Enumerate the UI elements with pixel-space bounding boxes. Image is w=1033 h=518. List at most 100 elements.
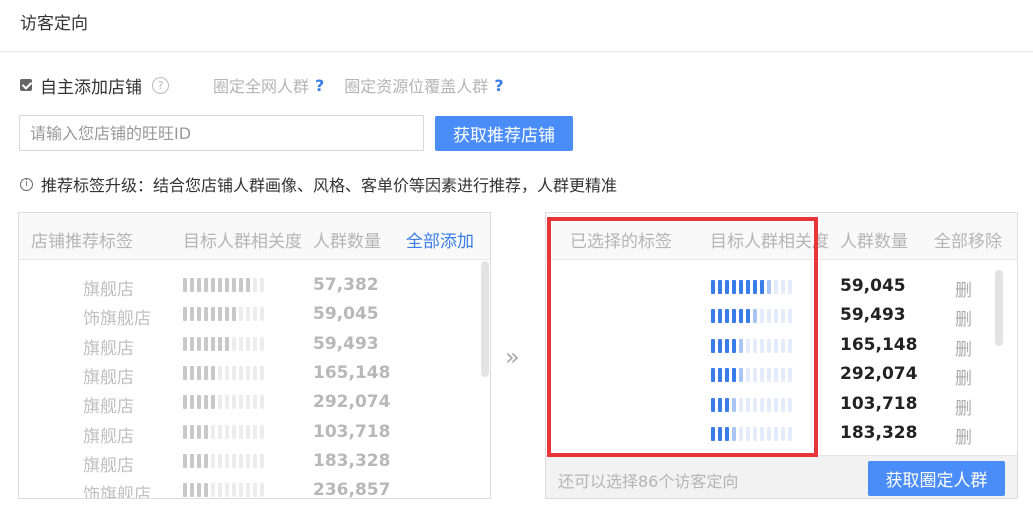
table-row[interactable]: 旗舰店 183,328: [19, 449, 479, 476]
link-all-network[interactable]: 圈定全网人群: [213, 73, 309, 97]
delete-button[interactable]: 删: [955, 276, 972, 301]
crowd-count: 292,074: [313, 392, 391, 413]
relevance-bar-segment: [253, 365, 257, 380]
crowd-count: 165,148: [313, 362, 391, 383]
link-resource[interactable]: 圈定资源位覆盖人群: [344, 73, 488, 97]
relevance-bar-segment: [204, 365, 208, 380]
relevance-bars: [183, 336, 264, 351]
relevance-bar-segment: [183, 278, 187, 292]
relevance-bar-segment: [211, 278, 215, 292]
relevance-bar-segment: [246, 395, 250, 410]
relevance-bar-segment: [246, 336, 250, 351]
relevance-bar-segment: [197, 278, 201, 292]
panel-header: 店铺推荐标签 目标人群相关度 人群数量 全部添加: [19, 213, 490, 260]
col-count: 人群数量: [313, 232, 381, 252]
relevance-bar-segment: [239, 483, 243, 498]
crowd-count: 183,328: [840, 423, 918, 443]
get-recommend-button[interactable]: 获取推荐店铺: [435, 116, 573, 151]
remove-all-button[interactable]: 全部移除: [934, 227, 1002, 252]
relevance-bar-segment: [183, 336, 187, 351]
transfer-arrow-icon[interactable]: »: [505, 343, 520, 371]
relevance-bars: [183, 278, 264, 292]
add-all-button[interactable]: 全部添加: [406, 227, 474, 252]
relevance-bar-segment: [246, 424, 250, 439]
self-add-label[interactable]: 自主添加店铺: [40, 73, 142, 98]
highlight-box: [547, 217, 818, 457]
table-row[interactable]: 饰旗舰店 236,857: [19, 478, 479, 499]
relevance-bar-segment: [253, 453, 257, 468]
relevance-bar-segment: [183, 483, 187, 498]
relevance-bar-segment: [183, 453, 187, 468]
remaining-text: 还可以选择86个访客定向: [558, 472, 739, 491]
shop-id-input[interactable]: [19, 115, 424, 151]
delete-button[interactable]: 删: [955, 394, 972, 419]
table-row[interactable]: 旗舰店 292,074: [19, 390, 479, 417]
crowd-count: 165,148: [840, 334, 918, 355]
shop-name: 饰旗舰店: [83, 485, 151, 499]
relevance-bar-segment: [197, 365, 201, 380]
relevance-bar-segment: [197, 453, 201, 468]
delete-button[interactable]: 删: [955, 364, 972, 389]
relevance-bar-segment: [253, 424, 257, 439]
delete-button[interactable]: 删: [955, 335, 972, 360]
scrollbar[interactable]: [995, 270, 1003, 346]
table-row[interactable]: 旗舰店 165,148: [19, 361, 479, 388]
shop-name: 旗舰店: [83, 426, 134, 447]
relevance-bar-segment: [218, 483, 222, 498]
options-row: 自主添加店铺 ? 圈定全网人群 ? 圈定资源位覆盖人群 ?: [20, 72, 504, 98]
relevance-bar-segment: [197, 483, 201, 498]
col-relevance: 目标人群相关度: [183, 232, 302, 252]
relevance-bar-segment: [260, 278, 264, 292]
relevance-bars: [183, 365, 264, 380]
table-row[interactable]: 旗舰店 57,382: [19, 273, 479, 300]
panel-footer: 还可以选择86个访客定向 获取圈定人群: [546, 455, 1017, 498]
relevance-bar-segment: [204, 424, 208, 439]
relevance-bar-segment: [204, 483, 208, 498]
table-row[interactable]: 旗舰店 59,493: [19, 332, 479, 359]
relevance-bar-segment: [239, 424, 243, 439]
relevance-bar-segment: [204, 336, 208, 351]
relevance-bar-segment: [246, 307, 250, 322]
relevance-bar-segment: [190, 278, 194, 292]
page-header: 访客定向: [0, 0, 1033, 52]
question-icon[interactable]: ?: [494, 76, 503, 95]
shop-name: 旗舰店: [83, 338, 134, 359]
question-icon[interactable]: ?: [315, 76, 324, 95]
relevance-bar-segment: [232, 424, 236, 439]
relevance-bar-segment: [246, 453, 250, 468]
self-add-checkbox[interactable]: [20, 79, 32, 91]
relevance-bars: [183, 395, 264, 410]
delete-button[interactable]: 删: [955, 423, 972, 448]
get-crowd-button[interactable]: 获取圈定人群: [868, 461, 1005, 496]
relevance-bar-segment: [204, 307, 208, 322]
scrollbar[interactable]: [481, 261, 489, 377]
shop-name: 旗舰店: [83, 367, 134, 388]
relevance-bar-segment: [211, 336, 215, 351]
relevance-bar-segment: [218, 307, 222, 322]
shop-name: 旗舰店: [83, 455, 134, 476]
delete-button[interactable]: 删: [955, 305, 972, 330]
crowd-count: 59,045: [840, 276, 906, 296]
relevance-bar-segment: [253, 395, 257, 410]
relevance-bar-segment: [232, 453, 236, 468]
relevance-bar-segment: [232, 278, 236, 292]
relevance-bar-segment: [218, 365, 222, 380]
relevance-bar-segment: [225, 307, 229, 322]
relevance-bar-segment: [246, 278, 250, 292]
relevance-bar-segment: [260, 307, 264, 322]
relevance-bar-segment: [190, 483, 194, 498]
table-row[interactable]: 饰旗舰店 59,045: [19, 302, 479, 329]
relevance-bar-segment: [246, 365, 250, 380]
relevance-bar-segment: [260, 424, 264, 439]
relevance-bar-segment: [204, 395, 208, 410]
question-circle-icon[interactable]: ?: [152, 76, 169, 94]
relevance-bar-segment: [190, 336, 194, 351]
relevance-bar-segment: [232, 336, 236, 351]
relevance-bar-segment: [260, 453, 264, 468]
relevance-bar-segment: [183, 365, 187, 380]
relevance-bar-segment: [260, 336, 264, 351]
shop-name: 旗舰店: [83, 280, 134, 300]
info-icon: i: [20, 177, 33, 191]
relevance-bar-segment: [253, 336, 257, 351]
table-row[interactable]: 旗舰店 103,718: [19, 420, 479, 447]
